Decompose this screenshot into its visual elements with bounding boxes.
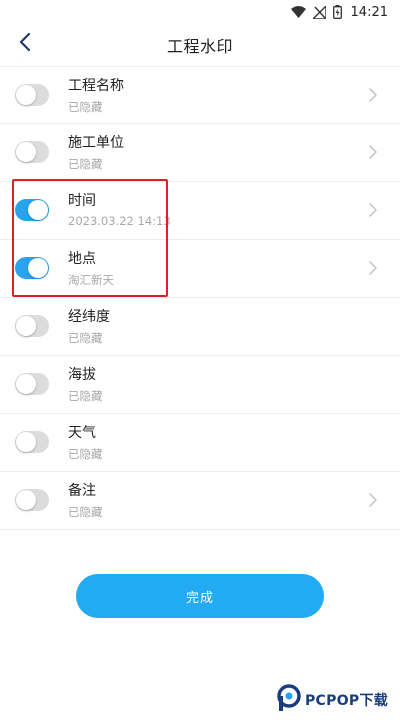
toggle-knob: [16, 85, 36, 105]
item-subtitle: 已隐藏: [68, 447, 103, 461]
item-subtitle: 2023.03.22 14:13: [68, 214, 171, 228]
visibility-toggle[interactable]: [15, 84, 49, 106]
item-subtitle: 已隐藏: [68, 389, 103, 403]
list-item[interactable]: 施工单位 已隐藏: [0, 124, 400, 182]
toggle-knob: [16, 374, 36, 394]
visibility-toggle[interactable]: [15, 489, 49, 511]
visibility-toggle[interactable]: [15, 373, 49, 395]
item-subtitle: 已隐藏: [68, 100, 103, 114]
chevron-right-icon[interactable]: [368, 202, 378, 218]
chevron-right-icon[interactable]: [368, 144, 378, 160]
done-button[interactable]: 完成: [76, 574, 324, 618]
visibility-toggle[interactable]: [15, 257, 49, 279]
screen: 14:21 工程水印 工程名称 已隐藏 施工单位 已隐藏 时间 2023.03.22 14…: [0, 0, 400, 720]
chevron-left-icon: [19, 32, 31, 56]
list-item[interactable]: 时间 2023.03.22 14:13: [0, 182, 400, 240]
battery-icon: [332, 5, 342, 19]
list-item[interactable]: 备注 已隐藏: [0, 472, 400, 530]
toggle-knob: [28, 258, 48, 278]
visibility-toggle[interactable]: [15, 315, 49, 337]
item-title: 天气: [68, 425, 96, 441]
wifi-icon: [290, 6, 306, 18]
item-title: 备注: [68, 483, 96, 499]
list-item[interactable]: 天气 已隐藏: [0, 414, 400, 472]
list-item[interactable]: 地点 淘汇新天: [0, 240, 400, 298]
item-subtitle: 淘汇新天: [68, 273, 114, 287]
chevron-right-icon[interactable]: [368, 492, 378, 508]
toggle-knob: [16, 316, 36, 336]
watermark: PCPOP下载: [276, 684, 388, 716]
chevron-right-icon[interactable]: [368, 87, 378, 103]
chevron-right-icon[interactable]: [368, 260, 378, 276]
item-subtitle: 已隐藏: [68, 331, 103, 345]
page-title: 工程水印: [166, 37, 233, 56]
toggle-knob: [16, 490, 36, 510]
no-signal-icon: [312, 5, 326, 19]
watermark-settings-list: 工程名称 已隐藏 施工单位 已隐藏 时间 2023.03.22 14:13 地点 淘汇新天 经纬…: [0, 66, 400, 530]
header: 工程水印: [0, 24, 400, 66]
list-item[interactable]: 海拔 已隐藏: [0, 356, 400, 414]
item-title: 海拔: [68, 367, 96, 383]
pcpop-logo-icon: [276, 684, 302, 716]
status-bar: 14:21: [0, 0, 400, 24]
visibility-toggle[interactable]: [15, 199, 49, 221]
back-button[interactable]: [10, 29, 40, 59]
list-item[interactable]: 经纬度 已隐藏: [0, 298, 400, 356]
list-item[interactable]: 工程名称 已隐藏: [0, 66, 400, 124]
item-title: 工程名称: [68, 78, 124, 94]
item-subtitle: 已隐藏: [68, 505, 103, 519]
watermark-text: PCPOP下载: [305, 693, 389, 709]
item-title: 经纬度: [68, 309, 110, 325]
visibility-toggle[interactable]: [15, 141, 49, 163]
status-time: 14:21: [350, 4, 388, 20]
toggle-knob: [16, 142, 36, 162]
item-subtitle: 已隐藏: [68, 157, 103, 171]
item-title: 施工单位: [68, 135, 124, 151]
item-title: 时间: [68, 193, 96, 209]
toggle-knob: [16, 432, 36, 452]
item-title: 地点: [68, 251, 96, 267]
visibility-toggle[interactable]: [15, 431, 49, 453]
toggle-knob: [28, 200, 48, 220]
